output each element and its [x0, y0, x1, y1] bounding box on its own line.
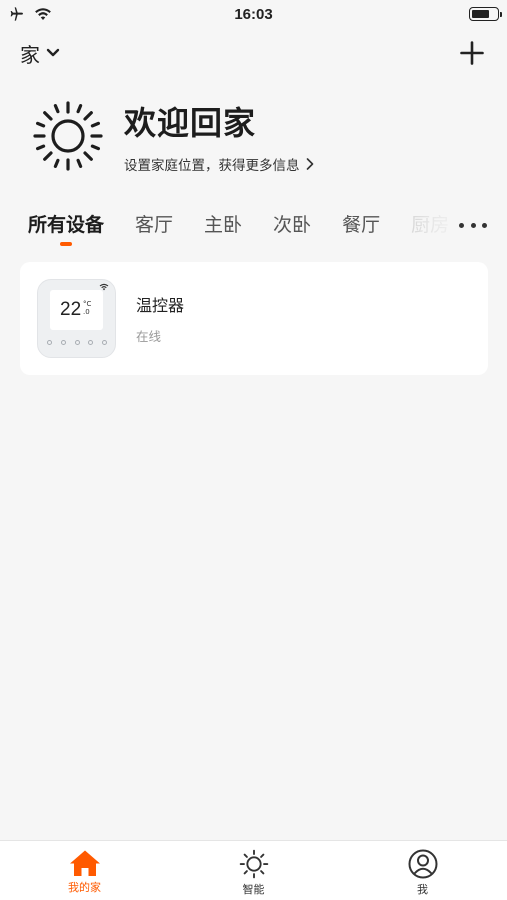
status-bar: 16:03 [0, 0, 507, 28]
nav-label-me: 我 [417, 883, 428, 896]
battery-fill [472, 10, 489, 18]
battery-icon [469, 7, 502, 21]
tab-track: 所有设备 客厅 主卧 次卧 餐厅 厨房 [28, 206, 449, 246]
thumbnail-unit: °C .0 [83, 300, 91, 316]
welcome-section: 欢迎回家 设置家庭位置，获得更多信息 [32, 98, 472, 174]
device-name: 温控器 [136, 296, 185, 315]
tab-second-bedroom[interactable]: 次卧 [273, 206, 311, 237]
nav-label-smart: 智能 [242, 883, 265, 896]
tab-kitchen[interactable]: 厨房 [411, 206, 449, 237]
add-button[interactable] [457, 38, 487, 68]
tab-dining-room[interactable]: 餐厅 [342, 206, 380, 237]
wifi-icon [35, 8, 51, 20]
thumbnail-temperature: 22 [60, 299, 82, 320]
nav-me[interactable]: 我 [363, 841, 483, 900]
thumbnail-button-icon [47, 340, 52, 345]
device-status: 在线 [136, 329, 162, 344]
tab-master-bedroom[interactable]: 主卧 [204, 206, 242, 237]
status-right [419, 7, 502, 21]
thumbnail-buttons [47, 340, 107, 345]
plus-icon [460, 41, 484, 65]
more-dot-icon [470, 222, 476, 228]
device-card[interactable]: 22 °C .0 温控器 在线 [20, 262, 488, 375]
nav-my-home[interactable]: 我的家 [25, 841, 145, 900]
sun-icon [239, 849, 268, 879]
welcome-text: 欢迎回家 设置家庭位置，获得更多信息 [124, 98, 314, 174]
tab-all-devices[interactable]: 所有设备 [28, 206, 104, 246]
home-selector[interactable]: 家 [20, 39, 60, 68]
device-info: 温控器 在线 [136, 292, 184, 345]
chevron-down-icon [46, 48, 60, 57]
set-location-link[interactable]: 设置家庭位置，获得更多信息 [124, 154, 314, 174]
more-dot-icon [482, 222, 487, 228]
status-time: 16:03 [234, 5, 273, 23]
nav-smart[interactable]: 智能 [194, 841, 314, 900]
room-tabs: 所有设备 客厅 主卧 次卧 餐厅 厨房 [0, 206, 507, 250]
chevron-right-icon [306, 158, 313, 170]
sun-icon [33, 101, 103, 171]
tab-living-room[interactable]: 客厅 [135, 206, 173, 237]
airplane-icon [10, 7, 23, 21]
thumbnail-unit-bottom: .0 [83, 308, 90, 316]
more-dot-icon [459, 222, 464, 228]
wifi-icon [99, 283, 109, 291]
thumbnail-button-icon [74, 340, 80, 345]
thumbnail-button-icon [88, 340, 94, 345]
top-bar: 家 [0, 36, 507, 70]
thumbnail-button-icon [102, 340, 107, 345]
thumbnail-button-icon [60, 340, 66, 345]
bottom-nav: 我的家 智能 我 [0, 840, 507, 900]
thermostat-thumbnail: 22 °C .0 [37, 279, 116, 358]
home-icon [69, 850, 100, 876]
nav-label-my-home: 我的家 [68, 881, 101, 894]
home-name: 家 [20, 42, 40, 67]
welcome-subtitle: 设置家庭位置，获得更多信息 [124, 158, 300, 174]
status-left [8, 6, 88, 22]
more-tabs-button[interactable] [459, 216, 487, 234]
welcome-title: 欢迎回家 [124, 104, 257, 142]
thumbnail-screen: 22 °C .0 [50, 290, 103, 330]
user-icon [408, 849, 437, 879]
thumbnail-unit-top: °C [83, 300, 92, 308]
